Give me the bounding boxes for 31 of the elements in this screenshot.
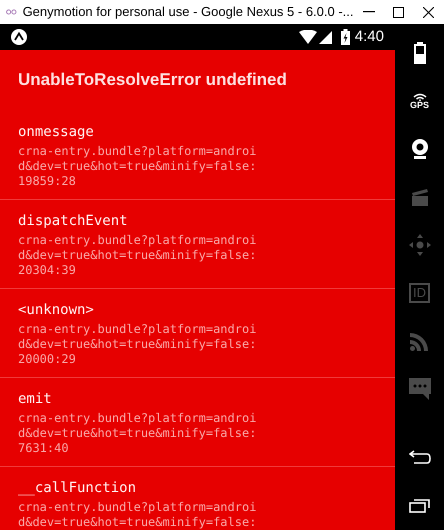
stack-frame-location: crna-entry.bundle?platform=androi d&dev=true&hot=true&minify=false: bbox=[18, 500, 258, 530]
stack-frame-method: emit bbox=[18, 390, 53, 409]
stack-frame-location: crna-entry.bundle?platform=androi d&dev=true&hot=true&minify=false: 19859:28 bbox=[18, 144, 258, 189]
error-title: UnableToResolveError undefined bbox=[17, 69, 288, 91]
stack-frame-location: crna-entry.bundle?platform=androi d&dev=true&hot=true&minify=false: 7631:40 bbox=[18, 411, 258, 456]
stack-frame-method: __callFunction bbox=[18, 479, 138, 498]
gps-button[interactable]: GPS bbox=[400, 84, 440, 118]
app-icon bbox=[6, 8, 17, 16]
chat-icon bbox=[408, 378, 430, 400]
close-icon bbox=[423, 6, 434, 18]
dpad-icon bbox=[408, 234, 430, 256]
back-icon bbox=[408, 450, 430, 464]
stack-frame-location: crna-entry.bundle?platform=androi d&dev=true&hot=true&minify=false: 20000:29 bbox=[18, 322, 258, 367]
stack-frame-method: dispatchEvent bbox=[18, 212, 129, 231]
signal-icon bbox=[412, 92, 426, 100]
battery-icon bbox=[414, 42, 426, 64]
stack-frame-method: <unknown> bbox=[18, 301, 95, 320]
recents-icon bbox=[408, 497, 430, 513]
clock-time: 4:40 bbox=[354, 26, 384, 47]
battery-charging-icon bbox=[340, 29, 350, 45]
maximize-icon bbox=[393, 6, 404, 18]
wifi-icon bbox=[298, 30, 317, 44]
minimize-icon bbox=[362, 11, 375, 13]
stack-frame-location: crna-entry.bundle?platform=androi d&dev=true&hot=true&minify=false: 20304:39 bbox=[18, 233, 258, 278]
stack-frame-method: onmessage bbox=[18, 123, 95, 142]
expo-icon bbox=[11, 29, 27, 45]
clapperboard-icon bbox=[410, 188, 428, 206]
webcam-icon bbox=[410, 139, 428, 159]
cell-signal-icon bbox=[318, 30, 332, 44]
window-title: Genymotion for personal use - Google Nexus 5 - 6.0.0 -... bbox=[22, 3, 354, 22]
rss-icon bbox=[410, 331, 430, 351]
